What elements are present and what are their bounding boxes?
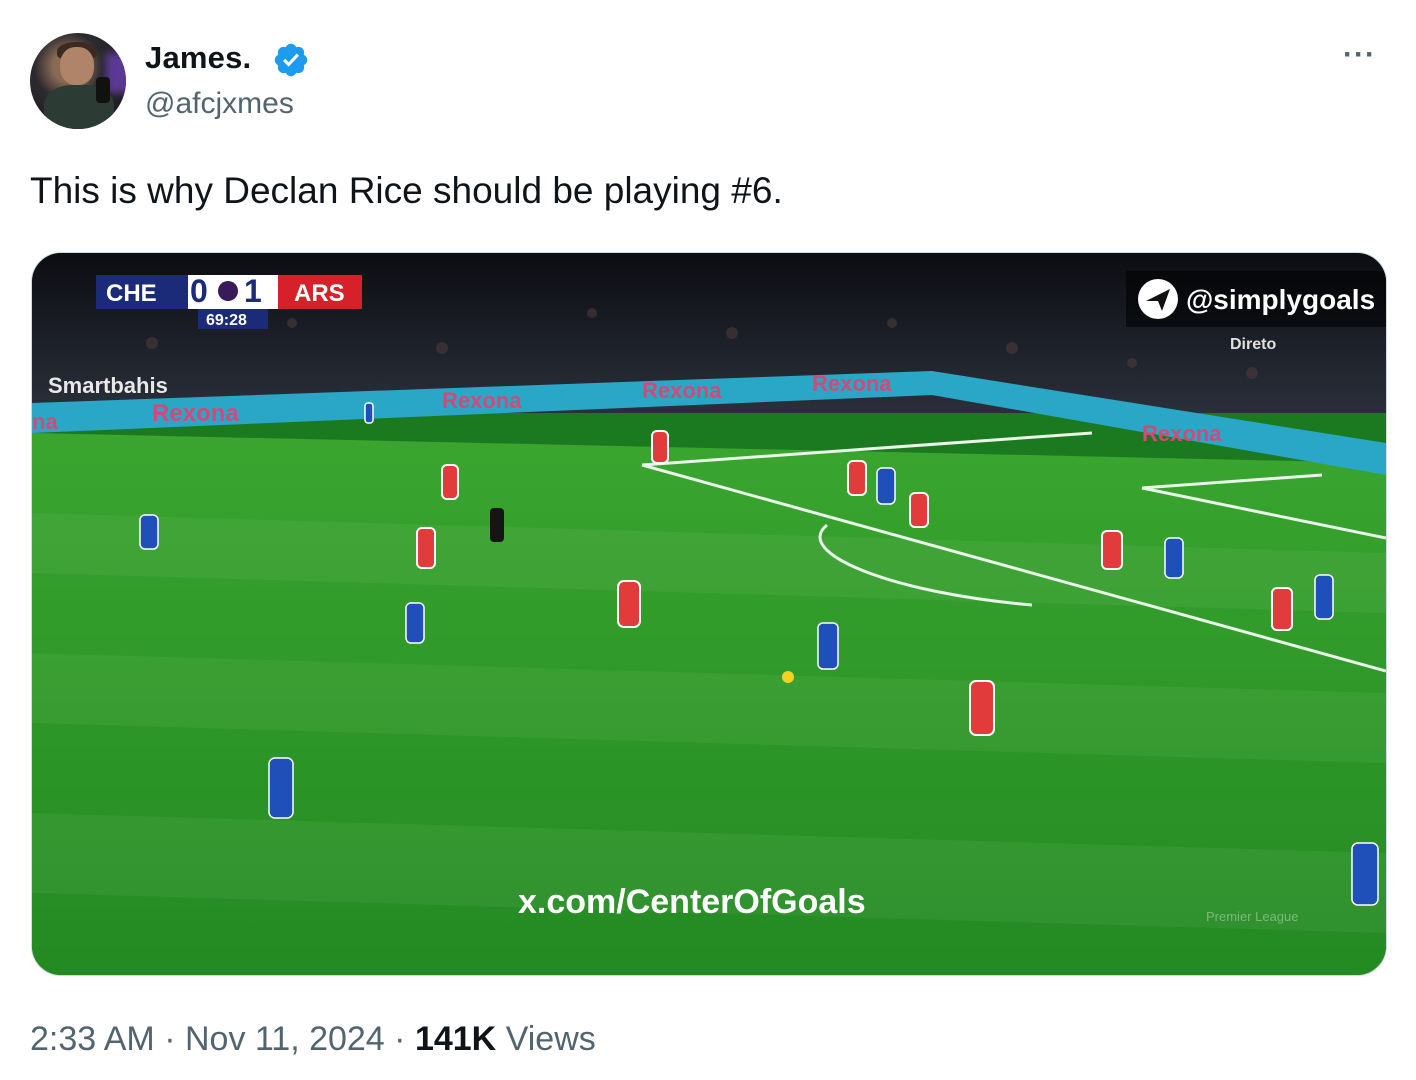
referee — [490, 508, 504, 542]
ad-board-text-3: Rexona — [642, 378, 722, 403]
scoreboard-away-team: ARS — [294, 280, 345, 307]
views-label: Views — [505, 1020, 596, 1058]
ad-board-fragment-left: na — [32, 409, 58, 434]
footer-separator: · — [164, 1020, 176, 1058]
tweet-time[interactable]: 2:33 AM — [30, 1020, 155, 1058]
ad-board-text-4: Rexona — [812, 371, 892, 396]
views-count[interactable]: 141K — [415, 1020, 496, 1058]
sponsor-board-left: Smartbahis — [48, 373, 168, 398]
tweet-date[interactable]: Nov 11, 2024 — [185, 1020, 385, 1058]
premier-league-lion-icon — [218, 281, 238, 301]
author-display-name[interactable]: James. — [145, 40, 251, 76]
tweet-footer: 2:33 AM · Nov 11, 2024 · 141K Views — [30, 1020, 596, 1059]
verified-badge-icon — [274, 43, 308, 77]
avatar-microphone — [96, 77, 110, 103]
brand-handle: @simplygoals — [1186, 284, 1375, 315]
author-handle[interactable]: @afcjxmes — [145, 87, 294, 121]
video-watermark: x.com/CenterOfGoals — [518, 883, 866, 921]
tweet-text: This is why Declan Rice should be playin… — [30, 170, 783, 211]
live-label: Direto — [1230, 336, 1276, 353]
scoreboard-away-score: 1 — [244, 273, 262, 309]
ad-board-text-2: Rexona — [442, 388, 522, 413]
scoreboard-home-team: CHE — [106, 280, 157, 307]
ad-board-text-1: Rexona — [152, 400, 239, 427]
tweet-media-video[interactable]: Rexona Rexona Rexona Rexona Rexona na Sm… — [31, 252, 1387, 976]
ad-board-text-5: Rexona — [1142, 421, 1222, 446]
video-frame: Rexona Rexona Rexona Rexona Rexona na Sm… — [32, 253, 1386, 975]
ball — [782, 671, 794, 683]
scoreboard-clock: 69:28 — [206, 312, 247, 329]
avatar-head — [60, 47, 94, 85]
more-options-icon[interactable]: ··· — [1343, 38, 1376, 72]
league-mark: Premier League — [1206, 909, 1299, 924]
scoreboard-home-score: 0 — [190, 273, 208, 309]
author-avatar[interactable] — [30, 33, 126, 129]
footer-separator: · — [394, 1020, 406, 1058]
